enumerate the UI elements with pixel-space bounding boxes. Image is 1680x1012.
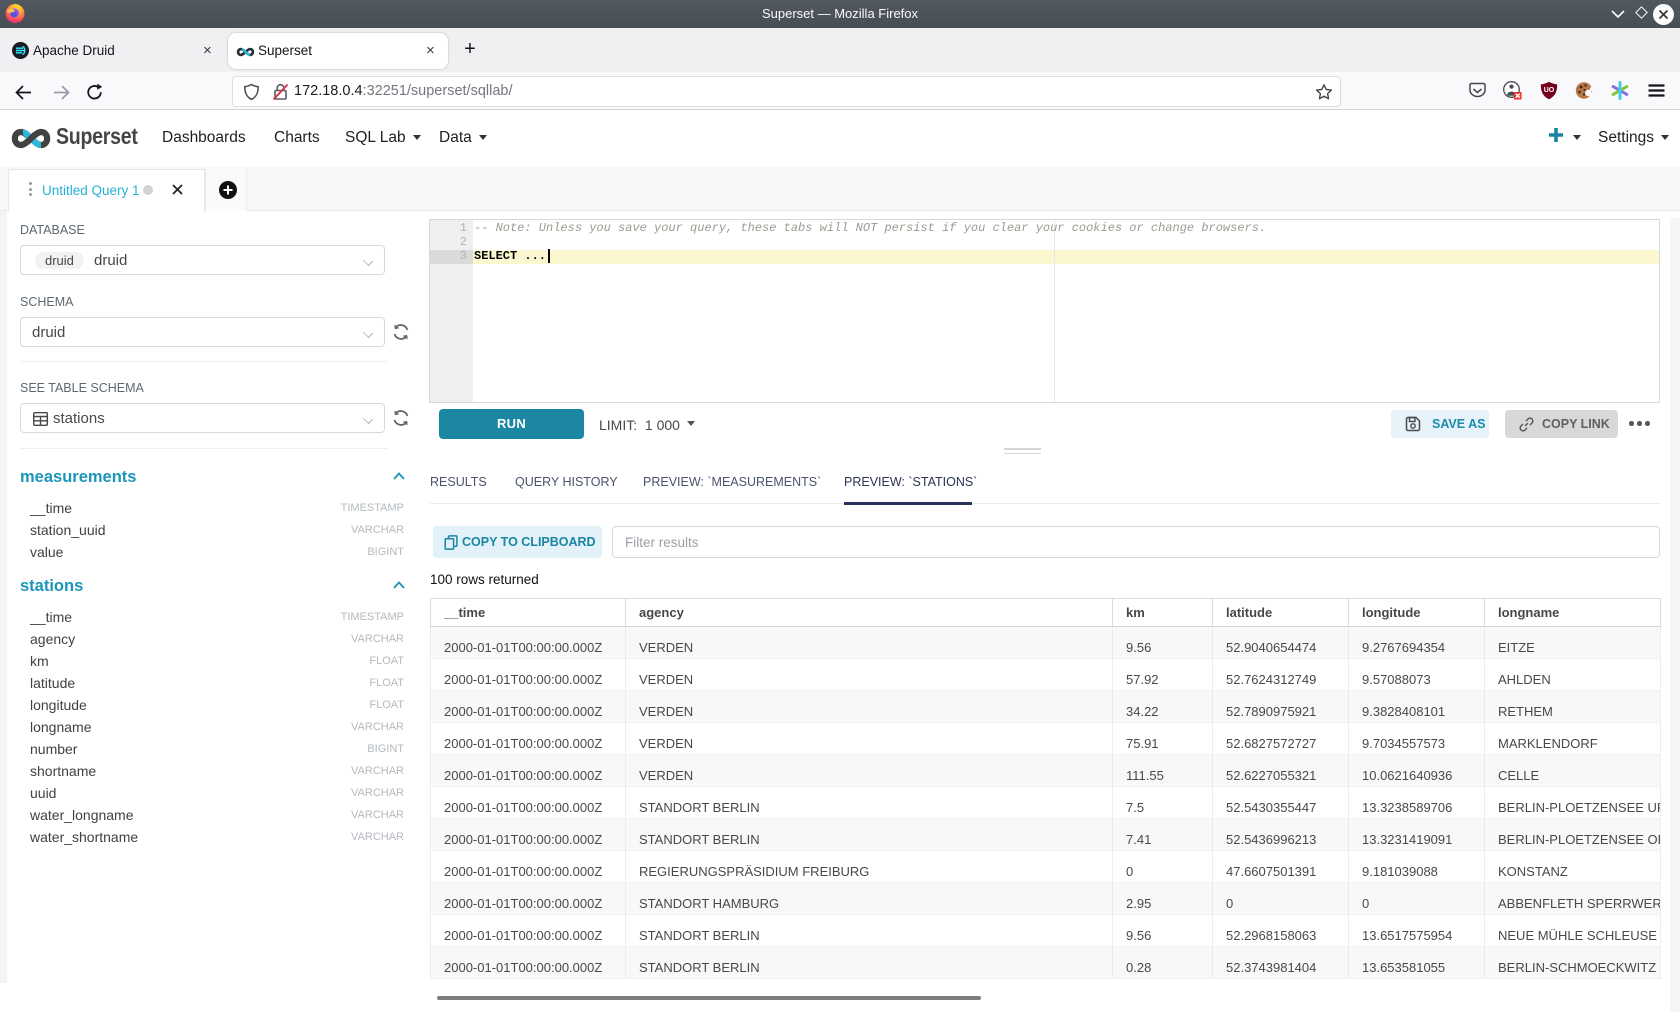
svg-text:UO: UO xyxy=(1544,87,1555,94)
